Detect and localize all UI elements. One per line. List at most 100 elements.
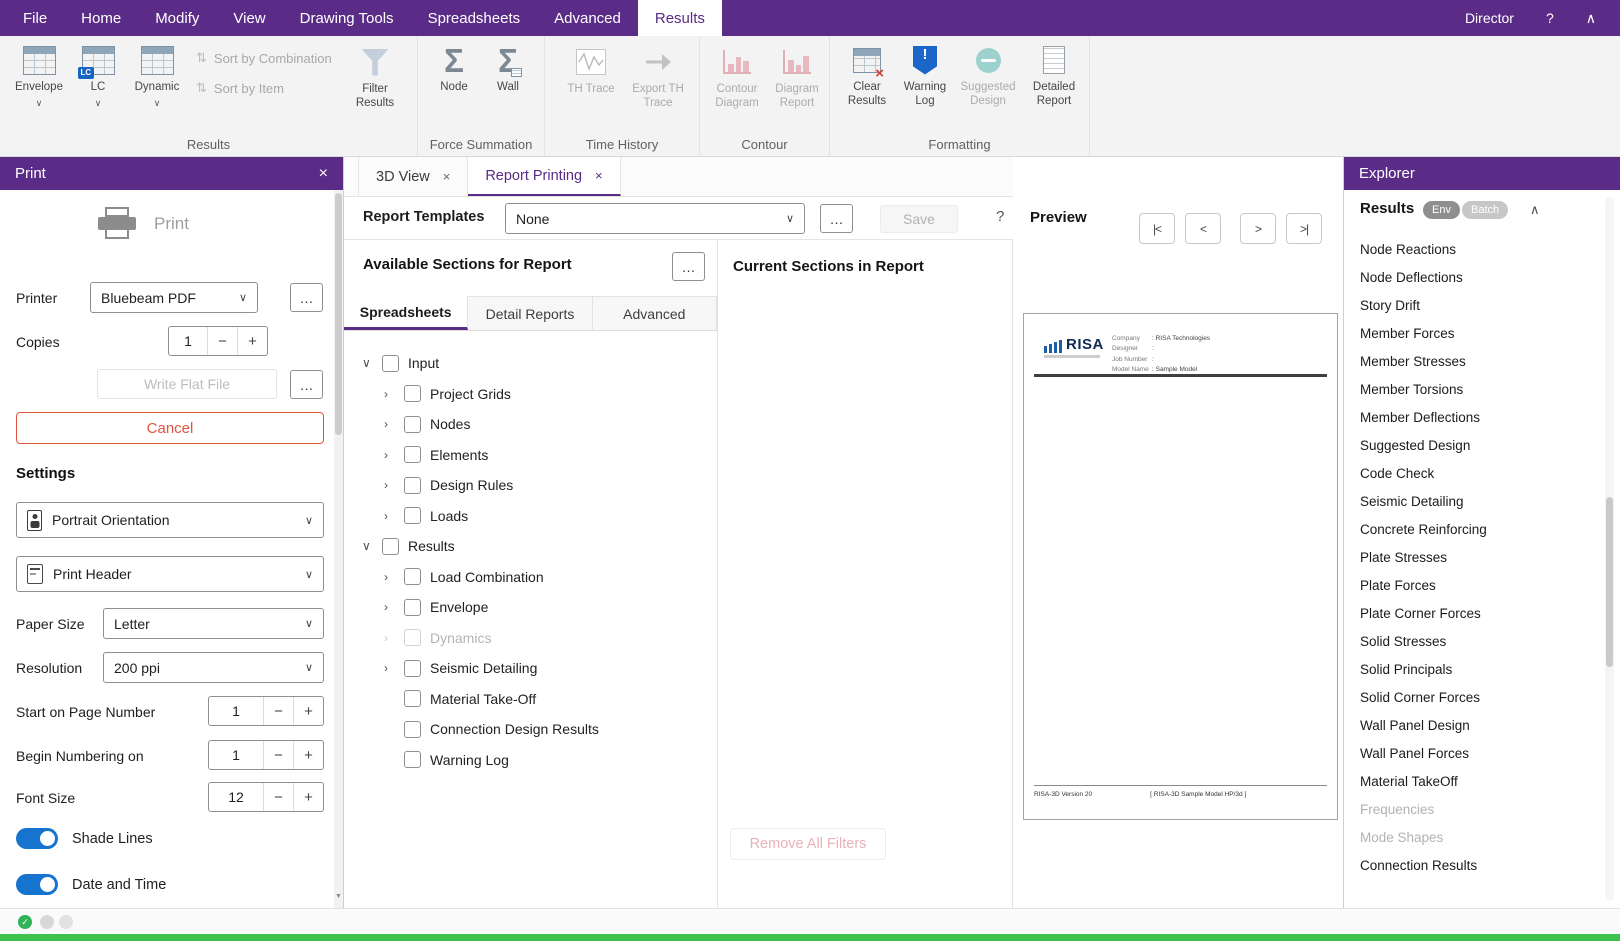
tree-checkbox[interactable] — [404, 599, 421, 616]
warning-log-button[interactable]: ! Warning Log — [898, 43, 952, 109]
tree-chevron-icon[interactable]: › — [384, 448, 404, 462]
explorer-result-item[interactable]: Suggested Design — [1344, 431, 1620, 459]
minus-button[interactable]: − — [263, 697, 293, 725]
tree-chevron-icon[interactable]: › — [384, 661, 404, 675]
tree-chevron-icon[interactable]: › — [384, 509, 404, 523]
explorer-scrollbar[interactable] — [1605, 197, 1614, 900]
menubar-tab[interactable]: File — [6, 0, 64, 36]
print-header-select[interactable]: Print Header ∨ — [16, 556, 324, 592]
plus-button[interactable]: + — [237, 327, 267, 355]
flat-file-options-button[interactable]: … — [290, 370, 323, 399]
date-time-toggle[interactable] — [16, 874, 58, 895]
tree-item[interactable]: › Design Rules — [344, 470, 717, 501]
tree-checkbox[interactable] — [404, 568, 421, 585]
minus-button[interactable]: − — [263, 741, 293, 769]
start-page-stepper[interactable]: 1 − + — [208, 696, 324, 726]
tree-item[interactable]: ∨ Results — [344, 531, 717, 562]
explorer-result-item[interactable]: Wall Panel Design — [1344, 711, 1620, 739]
tree-item[interactable]: Material Take-Off — [344, 684, 717, 715]
tree-chevron-icon[interactable]: ∨ — [362, 356, 382, 370]
clear-results-button[interactable]: × Clear Results — [840, 43, 894, 109]
th-trace-button[interactable]: TH Trace — [565, 45, 617, 96]
tree-item[interactable]: › Elements — [344, 440, 717, 471]
tree-checkbox[interactable] — [404, 385, 421, 402]
tree-item[interactable]: ∨ Input — [344, 348, 717, 379]
available-sections-options-button[interactable]: … — [672, 252, 705, 281]
wall-force-summation-button[interactable]: Σ Wall — [484, 43, 532, 94]
menubar-tab[interactable]: Results — [638, 0, 722, 36]
collapse-icon[interactable]: ∧ — [1530, 202, 1540, 218]
tree-chevron-icon[interactable]: › — [384, 478, 404, 492]
tree-checkbox[interactable] — [404, 721, 421, 738]
tree-checkbox[interactable] — [404, 629, 421, 646]
explorer-result-item[interactable]: Plate Stresses — [1344, 543, 1620, 571]
batch-badge[interactable]: Batch — [1462, 201, 1508, 219]
write-flat-file-button[interactable]: Write Flat File — [97, 369, 277, 399]
explorer-result-item[interactable]: Story Drift — [1344, 291, 1620, 319]
director-menu[interactable]: Director — [1465, 10, 1514, 26]
explorer-result-item[interactable]: Member Forces — [1344, 319, 1620, 347]
remove-all-filters-button[interactable]: Remove All Filters — [730, 828, 886, 860]
orientation-select[interactable]: Portrait Orientation ∨ — [16, 502, 324, 538]
paper-size-select[interactable]: Letter ∨ — [103, 608, 324, 639]
diagram-report-button[interactable]: Diagram Report — [770, 45, 824, 111]
suggested-design-button[interactable]: Suggested Design — [956, 43, 1020, 109]
tree-checkbox[interactable] — [404, 660, 421, 677]
detailed-report-button[interactable]: Detailed Report — [1026, 43, 1082, 109]
explorer-result-item[interactable]: Solid Corner Forces — [1344, 683, 1620, 711]
last-page-button[interactable]: >| — [1286, 213, 1322, 244]
menubar-tab[interactable]: Spreadsheets — [411, 0, 538, 36]
tree-checkbox[interactable] — [382, 355, 399, 372]
plus-button[interactable]: + — [293, 697, 323, 725]
scrollbar-thumb[interactable] — [335, 193, 342, 435]
filter-results-button[interactable]: Filter Results — [346, 45, 404, 111]
minus-button[interactable]: − — [263, 783, 293, 811]
sort-by-item-button[interactable]: ⇅ Sort by Item — [196, 80, 284, 96]
tree-checkbox[interactable] — [404, 446, 421, 463]
explorer-result-item[interactable]: Plate Forces — [1344, 571, 1620, 599]
scroll-down-icon[interactable]: ▼ — [334, 893, 343, 900]
ribbon-collapse-icon[interactable]: ∧ — [1586, 10, 1596, 27]
envelope-button[interactable]: Envelope ∨ — [10, 43, 68, 110]
tree-checkbox[interactable] — [404, 751, 421, 768]
section-tab[interactable]: Detail Reports — [468, 296, 592, 330]
font-size-stepper[interactable]: 12 − + — [208, 782, 324, 812]
tree-item[interactable]: Warning Log — [344, 745, 717, 776]
save-template-button[interactable]: Save — [880, 205, 958, 233]
tree-item[interactable]: › Loads — [344, 501, 717, 532]
resolution-select[interactable]: 200 ppi ∨ — [103, 652, 324, 683]
contour-diagram-button[interactable]: Contour Diagram — [708, 45, 766, 111]
close-icon[interactable]: × — [595, 168, 603, 183]
tree-item[interactable]: › Seismic Detailing — [344, 653, 717, 684]
explorer-result-item[interactable]: Solid Stresses — [1344, 627, 1620, 655]
report-template-select[interactable]: None ∨ — [505, 203, 805, 234]
tree-chevron-icon[interactable]: ∨ — [362, 539, 382, 553]
shade-lines-toggle[interactable] — [16, 828, 58, 849]
next-page-button[interactable]: > — [1240, 213, 1276, 244]
explorer-result-item[interactable]: Node Reactions — [1344, 235, 1620, 263]
explorer-result-item[interactable]: Mode Shapes — [1344, 823, 1620, 851]
menubar-tab[interactable]: Drawing Tools — [283, 0, 411, 36]
explorer-result-item[interactable]: Node Deflections — [1344, 263, 1620, 291]
copies-stepper[interactable]: 1 − + — [168, 326, 268, 356]
section-tab[interactable]: Spreadsheets — [344, 296, 468, 330]
tree-chevron-icon[interactable]: › — [384, 387, 404, 401]
tree-item[interactable]: › Load Combination — [344, 562, 717, 593]
chevron-down-icon[interactable]: ∨ — [36, 98, 43, 109]
menubar-tab[interactable]: Advanced — [537, 0, 638, 36]
tree-item[interactable]: Connection Design Results — [344, 714, 717, 745]
explorer-result-item[interactable]: Wall Panel Forces — [1344, 739, 1620, 767]
minus-button[interactable]: − — [207, 327, 237, 355]
tree-checkbox[interactable] — [404, 690, 421, 707]
sort-by-combination-button[interactable]: ⇅ Sort by Combination — [196, 50, 332, 66]
explorer-result-item[interactable]: Material TakeOff — [1344, 767, 1620, 795]
tree-chevron-icon[interactable]: › — [384, 570, 404, 584]
chevron-down-icon[interactable]: ∨ — [154, 98, 161, 109]
export-th-trace-button[interactable]: Export TH Trace — [627, 45, 689, 111]
tree-chevron-icon[interactable]: › — [384, 417, 404, 431]
close-icon[interactable]: × — [443, 169, 451, 184]
explorer-result-item[interactable]: Code Check — [1344, 459, 1620, 487]
plus-button[interactable]: + — [293, 783, 323, 811]
menubar-tab[interactable]: Home — [64, 0, 138, 36]
tree-checkbox[interactable] — [382, 538, 399, 555]
